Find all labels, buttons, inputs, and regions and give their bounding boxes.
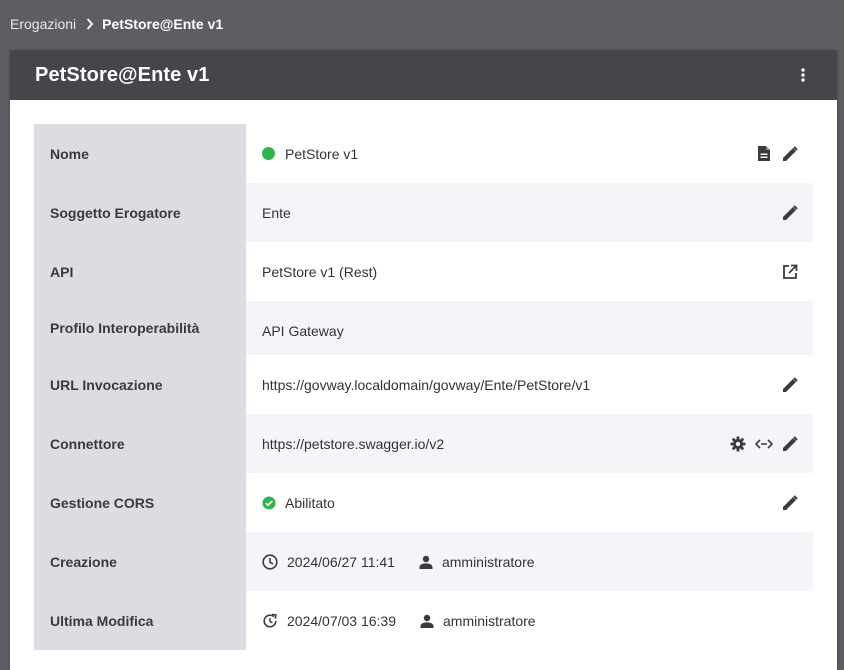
row-label: Connettore xyxy=(34,414,246,473)
open-in-new-icon[interactable] xyxy=(781,263,799,281)
row-gestione-cors: Gestione CORS Abilitato xyxy=(34,473,813,532)
more-vert-icon[interactable] xyxy=(793,65,813,85)
modifica-date: 2024/07/03 16:39 xyxy=(287,612,396,629)
creazione-user: amministratore xyxy=(441,553,535,570)
cors-value: Abilitato xyxy=(285,494,335,511)
edit-icon[interactable] xyxy=(781,145,799,163)
person-icon xyxy=(419,555,433,569)
row-label: URL Invocazione xyxy=(34,355,246,414)
edit-icon[interactable] xyxy=(781,204,799,222)
row-nome: Nome PetStore v1 xyxy=(34,124,813,183)
detail-card: PetStore@Ente v1 Nome PetStore v1 Sogget… xyxy=(10,50,837,670)
row-creazione: Creazione 2024/06/27 11:41 amministrator… xyxy=(34,532,813,591)
row-url-invocazione: URL Invocazione https://govway.localdoma… xyxy=(34,355,813,414)
connettore-value: https://petstore.swagger.io/v2 xyxy=(262,435,445,452)
row-api: API PetStore v1 (Rest) xyxy=(34,242,813,301)
card-header: PetStore@Ente v1 xyxy=(10,50,837,100)
row-label: Nome xyxy=(34,124,246,183)
url-value: https://govway.localdomain/govway/Ente/P… xyxy=(262,376,591,393)
row-label: Profilo Interoperabilità xyxy=(34,301,246,355)
row-label: Ultima Modifica xyxy=(34,591,246,650)
row-profilo-interoperabilita: Profilo Interoperabilità API Gateway xyxy=(34,301,813,355)
row-label: Creazione xyxy=(34,532,246,591)
modifica-user: amministratore xyxy=(443,612,536,629)
row-ultima-modifica: Ultima Modifica 2024/07/03 16:39 amminis… xyxy=(34,591,813,650)
row-label: Gestione CORS xyxy=(34,473,246,532)
nome-value: PetStore v1 xyxy=(285,145,359,162)
status-dot-active xyxy=(262,147,275,160)
api-value: PetStore v1 (Rest) xyxy=(262,263,378,280)
row-soggetto-erogatore: Soggetto Erogatore Ente xyxy=(34,183,813,242)
breadcrumb-current: PetStore@Ente v1 xyxy=(102,16,224,32)
detail-table: Nome PetStore v1 Soggetto Erogatore Ente xyxy=(34,124,813,650)
creazione-date: 2024/06/27 11:41 xyxy=(287,553,395,570)
clock-icon xyxy=(262,553,278,570)
edit-icon[interactable] xyxy=(781,494,799,512)
check-circle-icon xyxy=(262,496,276,510)
edit-icon[interactable] xyxy=(781,435,799,453)
edit-icon[interactable] xyxy=(781,376,799,394)
profilo-value: API Gateway xyxy=(262,323,344,339)
description-icon[interactable] xyxy=(755,145,773,163)
breadcrumb-erogazioni-link[interactable]: Erogazioni xyxy=(10,16,76,32)
code-settings-icon[interactable] xyxy=(755,435,773,453)
row-label: API xyxy=(34,242,246,301)
person-icon xyxy=(420,614,434,628)
breadcrumb: Erogazioni PetStore@Ente v1 xyxy=(10,0,223,48)
page-title: PetStore@Ente v1 xyxy=(35,63,210,86)
soggetto-value: Ente xyxy=(262,204,291,221)
chevron-right-icon xyxy=(86,18,94,30)
update-icon xyxy=(262,613,278,629)
row-label: Soggetto Erogatore xyxy=(34,183,246,242)
settings-icon[interactable] xyxy=(729,435,747,453)
row-connettore: Connettore https://petstore.swagger.io/v… xyxy=(34,414,813,473)
